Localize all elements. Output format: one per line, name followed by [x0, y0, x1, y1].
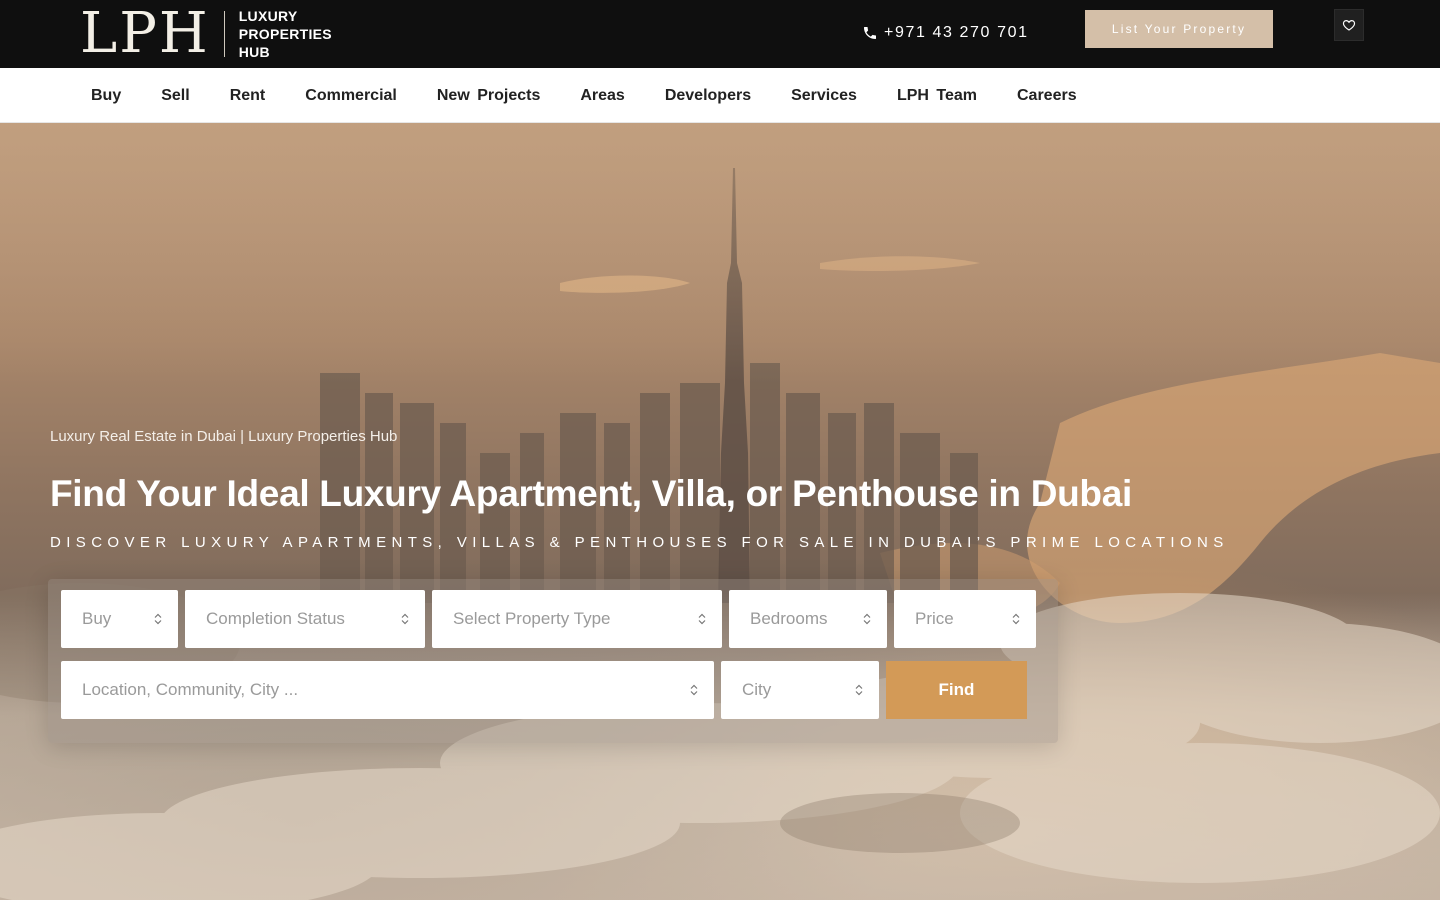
logo-line-3: HUB — [238, 44, 270, 60]
chevron-up-down-icon — [401, 613, 409, 625]
nav-item-new-projects[interactable]: New Projects — [437, 87, 540, 105]
completion-status-value: Completion Status — [206, 609, 345, 628]
main-navigation: Buy Sell Rent Commercial New Projects Ar… — [0, 68, 1440, 123]
logo-wordmark: LUXURY PROPERTIES HUB — [239, 7, 332, 61]
nav-item-buy[interactable]: Buy — [91, 87, 121, 105]
chevron-up-down-icon — [1012, 613, 1020, 625]
hero-section: Luxury Real Estate in Dubai | Luxury Pro… — [0, 123, 1440, 900]
heart-icon — [1342, 20, 1356, 31]
phone-icon — [864, 27, 876, 39]
nav-item-lph-team[interactable]: LPH Team — [897, 87, 977, 105]
logo-mark: LPH — [80, 1, 210, 66]
chevron-up-down-icon — [690, 684, 698, 696]
logo-line-1: LUXURY — [238, 8, 298, 24]
location-search-input[interactable]: Location, Community, City ... — [61, 661, 714, 719]
property-type-select[interactable]: Select Property Type — [432, 590, 722, 648]
logo-divider — [223, 11, 225, 57]
completion-status-select[interactable]: Completion Status — [185, 590, 425, 648]
nav-item-developers[interactable]: Developers — [665, 87, 751, 105]
logo-line-2: PROPERTIES — [238, 26, 332, 42]
price-select[interactable]: Price — [894, 590, 1036, 648]
price-value: Price — [915, 609, 954, 628]
hero-title: Find Your Ideal Luxury Apartment, Villa,… — [50, 473, 1132, 514]
chevron-up-down-icon — [863, 613, 871, 625]
listing-type-select[interactable]: Buy — [61, 590, 178, 648]
city-select[interactable]: City — [721, 661, 879, 719]
list-your-property-button[interactable]: List Your Property — [1085, 10, 1273, 48]
nav-item-areas[interactable]: Areas — [580, 87, 624, 105]
nav-item-sell[interactable]: Sell — [161, 87, 189, 105]
hero-subtitle: DISCOVER LUXURY APARTMENTS, VILLAS & PEN… — [50, 534, 1229, 551]
location-placeholder: Location, Community, City ... — [82, 680, 299, 699]
nav-item-careers[interactable]: Careers — [1017, 87, 1077, 105]
property-search-form: Buy Completion Status Select Property Ty… — [48, 579, 1058, 743]
listing-type-value: Buy — [82, 609, 112, 628]
chevron-up-down-icon — [855, 684, 863, 696]
site-logo[interactable]: LPH LUXURY PROPERTIES HUB — [80, 1, 332, 66]
hero-breadcrumb: Luxury Real Estate in Dubai | Luxury Pro… — [50, 428, 398, 445]
nav-item-rent[interactable]: Rent — [230, 87, 266, 105]
nav-menu: Buy Sell Rent Commercial New Projects Ar… — [91, 68, 1117, 123]
nav-item-commercial[interactable]: Commercial — [305, 87, 397, 105]
favorites-button[interactable] — [1334, 9, 1364, 41]
bedrooms-select[interactable]: Bedrooms — [729, 590, 887, 648]
property-type-value: Select Property Type — [453, 609, 611, 628]
phone-link[interactable]: +971 43 270 701 — [862, 24, 1029, 42]
phone-number: +971 43 270 701 — [884, 24, 1029, 41]
chevron-up-down-icon — [154, 613, 162, 625]
city-value: City — [742, 680, 772, 699]
find-button[interactable]: Find — [886, 661, 1027, 719]
nav-item-services[interactable]: Services — [791, 87, 857, 105]
top-bar: LPH LUXURY PROPERTIES HUB +971 43 270 70… — [0, 0, 1440, 68]
bedrooms-value: Bedrooms — [750, 609, 828, 628]
chevron-up-down-icon — [698, 613, 706, 625]
